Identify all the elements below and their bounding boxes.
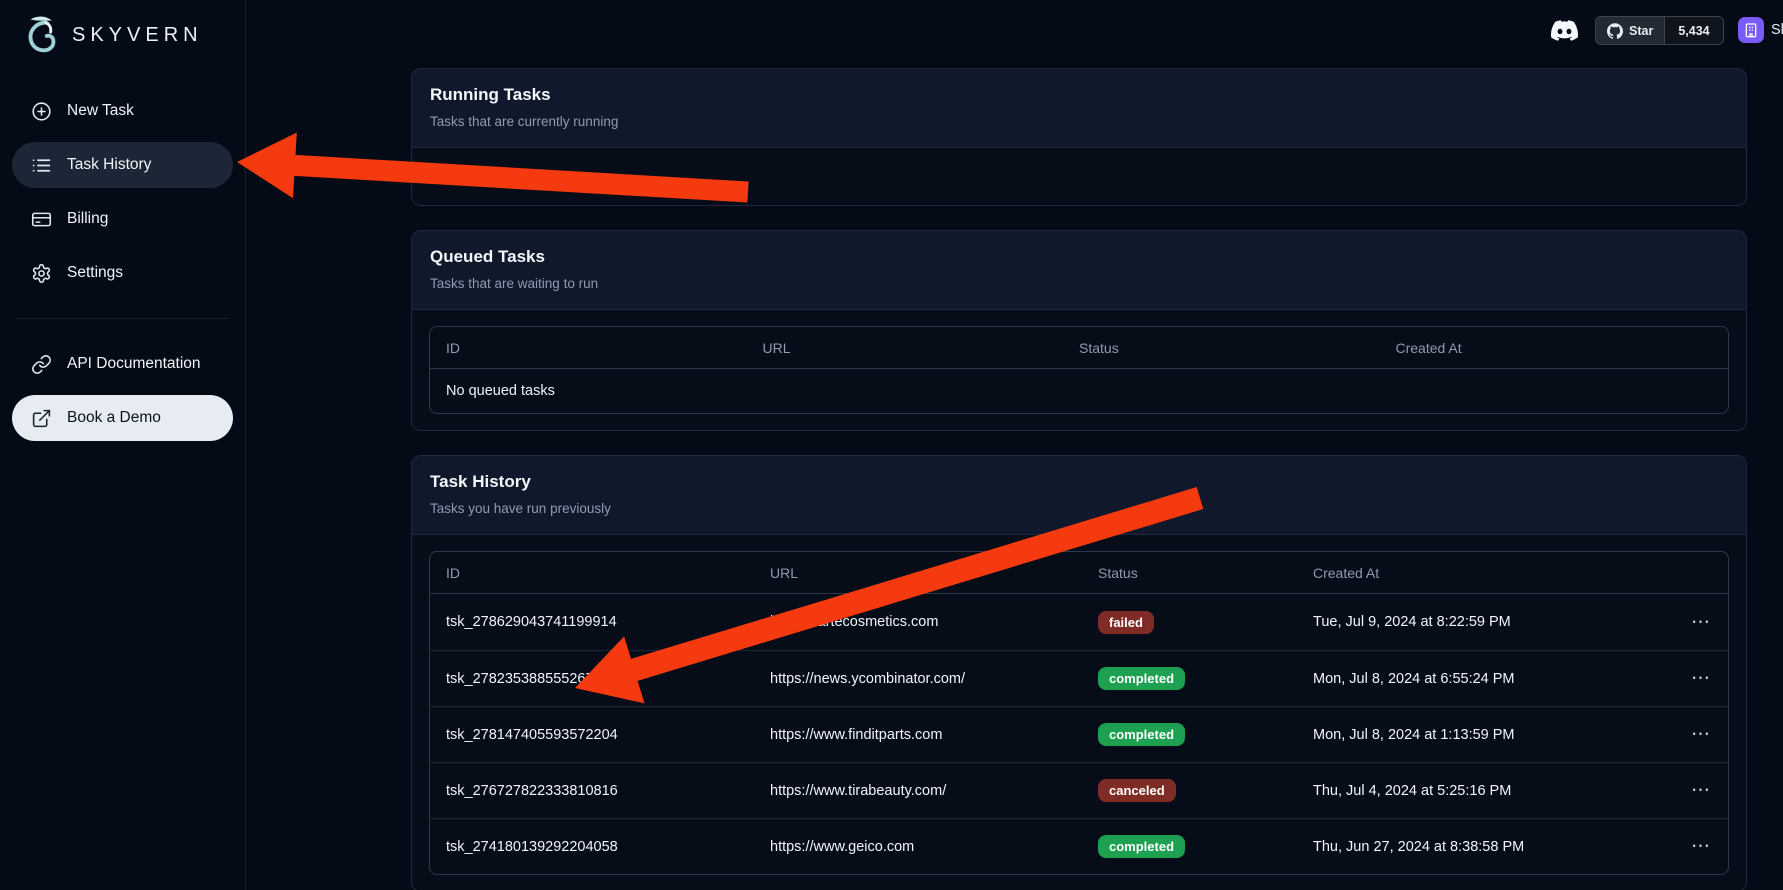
task-id-cell: tsk_274180139292204058 [446,839,770,855]
task-history-header: Task History Tasks you have run previous… [412,456,1746,535]
column-header-url: URL [763,340,1080,356]
sidebar-item-label: Book a Demo [67,409,161,427]
created-at-cell: Mon, Jul 8, 2024 at 1:13:59 PM [1313,727,1613,743]
link-icon [31,354,52,375]
table-row[interactable]: tsk_276727822333810816 https://www.tirab… [430,762,1728,818]
task-url-cell: https://news.ycombinator.com/ [770,671,1098,687]
organization-building-icon [1743,22,1759,38]
sidebar-item-billing[interactable]: Billing [12,196,233,242]
created-at-cell: Tue, Jul 9, 2024 at 8:22:59 PM [1313,614,1613,630]
row-actions-button[interactable]: ⋯ [1689,833,1712,860]
sidebar-item-label: API Documentation [67,355,201,373]
column-header-created-at: Created At [1313,565,1613,581]
sidebar: SKYVERN New Task Task History Billing S [0,0,246,890]
task-url-cell: https://tartecosmetics.com [770,614,1098,630]
plus-circle-icon [31,101,52,122]
sidebar-nav: New Task Task History Billing Settings [12,88,233,441]
card-subtitle: Tasks you have run previously [430,501,1728,516]
credit-card-icon [31,209,52,230]
running-tasks-card: Running Tasks Tasks that are currently r… [411,68,1747,206]
history-table-body: tsk_278629043741199914 https://tartecosm… [430,594,1728,874]
github-icon [1607,23,1623,39]
queued-tasks-table: ID URL Status Created At No queued tasks [429,326,1729,414]
github-star-button[interactable]: Star 5,434 [1595,16,1724,45]
created-at-cell: Thu, Jul 4, 2024 at 5:25:16 PM [1313,783,1613,799]
task-url-cell: https://www.geico.com [770,839,1098,855]
external-link-icon [31,408,52,429]
running-tasks-body: No running tasks [412,148,1746,205]
sidebar-item-settings[interactable]: Settings [12,250,233,296]
column-header-status: Status [1079,340,1396,356]
queued-tasks-body: ID URL Status Created At No queued tasks [412,310,1746,430]
card-subtitle: Tasks that are currently running [430,114,1728,129]
status-badge: completed [1098,835,1185,858]
status-badge: completed [1098,723,1185,746]
card-title: Queued Tasks [430,247,1728,267]
sidebar-item-task-history[interactable]: Task History [12,142,233,188]
status-badge: completed [1098,667,1185,690]
task-url-cell: https://www.tirabeauty.com/ [770,783,1098,799]
task-id-cell: tsk_278147405593572204 [446,727,770,743]
table-row[interactable]: tsk_274180139292204058 https://www.geico… [430,818,1728,874]
table-row[interactable]: tsk_278629043741199914 https://tartecosm… [430,594,1728,650]
github-star-label: Star [1629,24,1653,38]
task-url-cell: https://www.finditparts.com [770,727,1098,743]
sidebar-item-label: Settings [67,264,123,282]
row-actions-button[interactable]: ⋯ [1689,665,1712,692]
card-title: Task History [430,472,1728,492]
column-header-status: Status [1098,565,1313,581]
task-history-card: Task History Tasks you have run previous… [411,455,1747,890]
table-header-row: ID URL Status Created At [430,327,1728,369]
sidebar-item-new-task[interactable]: New Task [12,88,233,134]
account-label: Sk [1771,22,1783,38]
sidebar-item-book-a-demo[interactable]: Book a Demo [12,395,233,441]
row-actions-button[interactable]: ⋯ [1689,721,1712,748]
running-tasks-empty: No running tasks [429,164,1729,189]
card-title: Running Tasks [430,85,1728,105]
sidebar-item-label: New Task [67,102,134,120]
task-id-cell: tsk_276727822333810816 [446,783,770,799]
task-id-cell: tsk_278235388555267564 [446,671,770,687]
task-id-cell: tsk_278629043741199914 [446,614,770,630]
column-header-id: ID [446,340,763,356]
column-header-url: URL [770,565,1098,581]
discord-icon[interactable] [1551,17,1578,44]
table-row[interactable]: tsk_278235388555267564 https://news.ycom… [430,650,1728,706]
sidebar-item-label: Billing [67,210,108,228]
created-at-cell: Thu, Jun 27, 2024 at 8:38:58 PM [1313,839,1613,855]
gear-icon [31,263,52,284]
row-actions-button[interactable]: ⋯ [1689,777,1712,804]
table-header-row: ID URL Status Created At [430,552,1728,594]
main-content: Running Tasks Tasks that are currently r… [411,68,1747,890]
sidebar-item-label: Task History [67,156,151,174]
column-header-created-at: Created At [1396,340,1713,356]
list-icon [31,155,52,176]
avatar[interactable] [1738,17,1764,43]
sidebar-item-api-documentation[interactable]: API Documentation [12,341,233,387]
created-at-cell: Mon, Jul 8, 2024 at 6:55:24 PM [1313,671,1613,687]
task-history-table: ID URL Status Created At tsk_27862904374… [429,551,1729,875]
task-history-body: ID URL Status Created At tsk_27862904374… [412,535,1746,890]
status-badge: canceled [1098,779,1176,802]
github-star-count: 5,434 [1664,17,1722,44]
queued-tasks-empty: No queued tasks [430,369,1728,413]
table-row[interactable]: tsk_278147405593572204 https://www.findi… [430,706,1728,762]
queued-tasks-card: Queued Tasks Tasks that are waiting to r… [411,230,1747,431]
row-actions-button[interactable]: ⋯ [1689,609,1712,636]
top-bar: Star 5,434 Sk [0,0,1783,60]
status-badge: failed [1098,611,1154,634]
sidebar-divider [16,318,229,319]
queued-tasks-header: Queued Tasks Tasks that are waiting to r… [412,231,1746,310]
running-tasks-header: Running Tasks Tasks that are currently r… [412,69,1746,148]
card-subtitle: Tasks that are waiting to run [430,276,1728,291]
column-header-id: ID [446,565,770,581]
